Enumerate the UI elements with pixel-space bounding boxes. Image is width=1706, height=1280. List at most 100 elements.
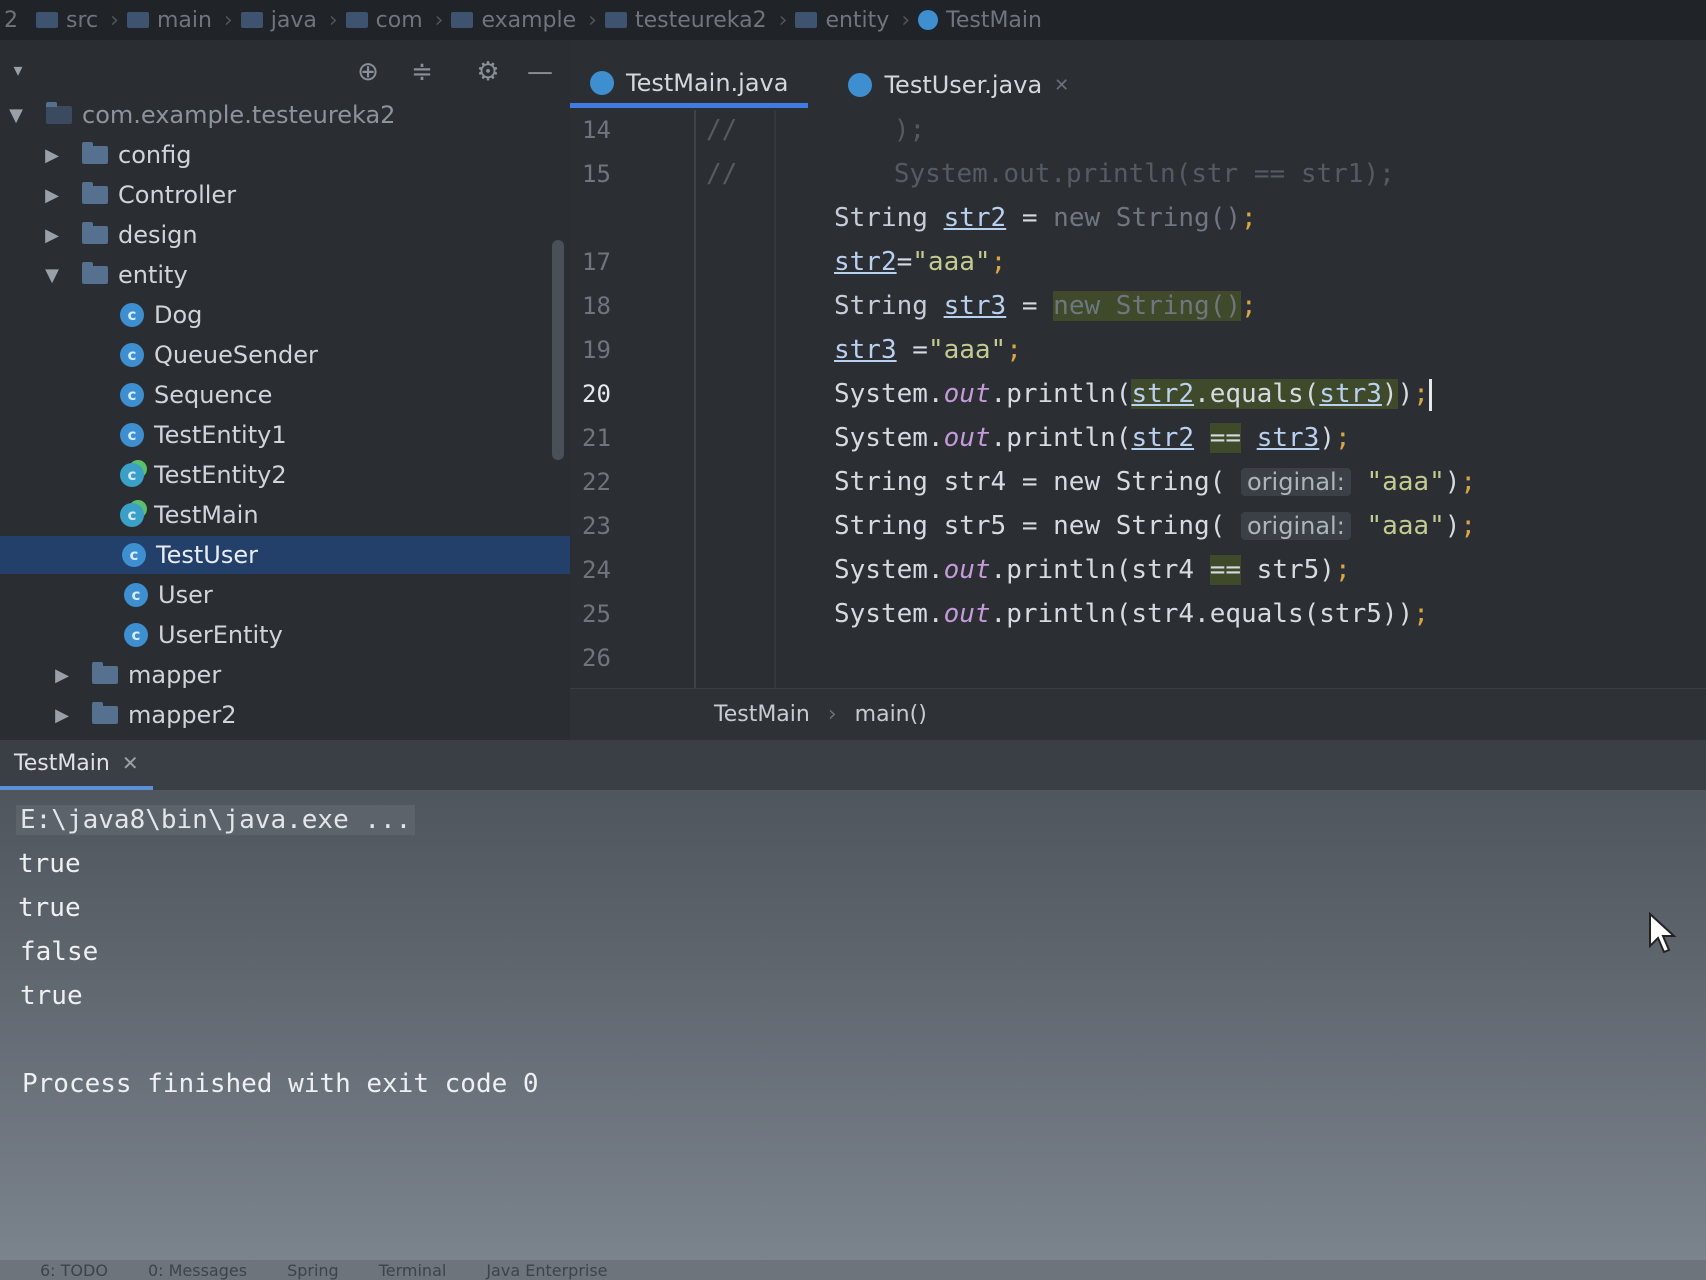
collapsed-arrow-icon[interactable]: ▶	[52, 705, 72, 726]
tree-item-sequence[interactable]: c Sequence	[0, 376, 570, 414]
code-line-25[interactable]: System.out.println(str4.equals(str5));	[834, 594, 1429, 634]
tree-item-design[interactable]: ▶ design	[0, 216, 570, 254]
tree-item-controller[interactable]: ▶ Controller	[0, 176, 570, 214]
collapsed-arrow-icon[interactable]: ▶	[42, 185, 62, 206]
line-number: 22	[582, 468, 611, 496]
package-icon	[46, 102, 72, 124]
tree-item-mapper[interactable]: ▶ mapper	[0, 656, 570, 694]
folder-icon	[451, 12, 474, 28]
class-icon: c	[124, 623, 148, 647]
tree-root-label: com.example.testeureka2	[82, 101, 396, 129]
tool-terminal[interactable]: Terminal	[379, 1261, 447, 1280]
project-scrollbar[interactable]	[552, 240, 564, 460]
runnable-class-icon: c	[120, 463, 144, 487]
code-line-15: // System.out.println(str == str1);	[706, 159, 1395, 189]
tree-item-mapper2[interactable]: ▶ mapper2	[0, 696, 570, 734]
bottom-tool-strip: 6: TODO 0: Messages Spring Terminal Java…	[0, 1260, 1706, 1280]
locate-icon[interactable]: ⊕	[354, 58, 382, 86]
code-breadcrumb-class[interactable]: TestMain	[714, 702, 810, 727]
breadcrumb-example[interactable]: example	[451, 8, 576, 33]
class-icon: c	[120, 343, 144, 367]
tree-item-testmain[interactable]: c TestMain	[0, 496, 570, 534]
run-panel: TestMain ✕ E:\java8\bin\java.exe ... tru…	[0, 740, 1706, 1260]
tree-item-entity[interactable]: ▼ entity	[0, 256, 570, 294]
breadcrumb-src[interactable]: src	[36, 8, 98, 33]
folder-icon	[92, 662, 118, 684]
collapsed-arrow-icon[interactable]: ▶	[42, 225, 62, 246]
line-number: 18	[582, 292, 611, 320]
tree-item-userentity[interactable]: c UserEntity	[0, 616, 570, 654]
chevron-right-icon: ›	[901, 7, 911, 33]
line-number: 24	[582, 556, 611, 584]
runnable-class-icon	[590, 70, 614, 95]
code-breadcrumb-method[interactable]: main()	[855, 702, 927, 727]
panel-dropdown-icon[interactable]: ▾	[8, 60, 28, 81]
folder-icon	[795, 12, 818, 28]
code-line-24[interactable]: System.out.println(str4 == str5);	[834, 550, 1351, 590]
folder-icon	[345, 12, 368, 28]
line-number: 21	[582, 424, 611, 452]
class-icon: c	[120, 303, 144, 327]
expand-arrow-icon[interactable]: ▼	[6, 105, 26, 126]
expand-arrow-icon[interactable]: ▼	[42, 265, 62, 286]
tab-testuser-java[interactable]: TestUser.java ✕	[828, 62, 1089, 108]
project-panel: ▾ ⊕ ≑ ⚙ — ▼ com.example.testeureka2 ▶ co…	[0, 40, 570, 740]
tree-item-testentity1[interactable]: c TestEntity1	[0, 416, 570, 454]
code-line-17[interactable]: str2="aaa";	[834, 242, 1006, 282]
folder-icon	[36, 12, 58, 28]
text-caret	[1428, 378, 1432, 411]
breadcrumb-main[interactable]: main	[126, 8, 212, 33]
tree-item-config[interactable]: ▶ config	[0, 136, 570, 174]
breadcrumb-com[interactable]: com	[345, 8, 423, 33]
breadcrumb-testeureka2[interactable]: testeureka2	[604, 8, 767, 33]
class-icon: c	[122, 543, 146, 567]
code-line-21[interactable]: System.out.println(str2 == str3);	[834, 418, 1351, 458]
close-icon[interactable]: ✕	[122, 751, 139, 775]
breadcrumb-java[interactable]: java	[240, 8, 317, 33]
breadcrumb-entity[interactable]: entity	[795, 8, 889, 33]
gear-icon[interactable]: ⚙	[474, 58, 502, 86]
run-tab-testmain[interactable]: TestMain ✕	[0, 740, 153, 790]
project-toolbar: ▾ ⊕ ≑ ⚙ —	[0, 40, 570, 98]
close-icon[interactable]: ✕	[1054, 75, 1069, 96]
tree-item-queuesender[interactable]: c QueueSender	[0, 336, 570, 374]
tree-item-testentity2[interactable]: c TestEntity2	[0, 456, 570, 494]
chevron-right-icon: ›	[588, 7, 597, 33]
fold-guide	[694, 110, 696, 688]
code-line-20[interactable]: System.out.println(str2.equals(str3));	[834, 374, 1432, 414]
code-line-22[interactable]: String str4 = new String( original: "aaa…	[834, 462, 1476, 502]
code-line-16[interactable]: String str2 = new String();	[834, 198, 1257, 238]
navigation-breadcrumb: 2 src › main › java › com › example › testeur…	[0, 0, 1706, 40]
tree-item-dog[interactable]: c Dog	[0, 296, 570, 334]
line-number: 14	[582, 116, 611, 144]
tool-java-enterprise[interactable]: Java Enterprise	[486, 1261, 607, 1280]
breadcrumb-testmain[interactable]: TestMain	[918, 8, 1042, 33]
console-exit-message: Process finished with exit code 0	[22, 1069, 539, 1099]
collapsed-arrow-icon[interactable]: ▶	[42, 145, 62, 166]
code-line-19[interactable]: str3 ="aaa";	[834, 330, 1022, 370]
code-breadcrumb: TestMain › main()	[570, 688, 1706, 740]
parameter-hint: original:	[1241, 512, 1351, 540]
tab-testmain-java[interactable]: TestMain.java	[570, 62, 809, 108]
tool-messages[interactable]: 0: Messages	[148, 1261, 247, 1280]
code-line-23[interactable]: String str5 = new String( original: "aaa…	[834, 506, 1476, 546]
tree-root[interactable]: ▼ com.example.testeureka2	[0, 96, 570, 134]
line-number: 26	[582, 644, 611, 672]
line-number: 15	[582, 160, 611, 188]
collapse-all-icon[interactable]: ≑	[408, 58, 436, 86]
collapsed-arrow-icon[interactable]: ▶	[52, 665, 72, 686]
code-line-18[interactable]: String str3 = new String();	[834, 286, 1257, 326]
line-number: 25	[582, 600, 611, 628]
class-icon: c	[124, 583, 148, 607]
line-number: 23	[582, 512, 611, 540]
folder-icon	[604, 12, 627, 28]
tree-item-user[interactable]: c User	[0, 576, 570, 614]
folder-icon	[240, 12, 263, 28]
line-number: 19	[582, 336, 611, 364]
tool-todo[interactable]: 6: TODO	[40, 1261, 108, 1280]
folder-icon	[82, 142, 108, 164]
tree-item-testuser[interactable]: c TestUser	[0, 536, 570, 574]
tool-spring[interactable]: Spring	[287, 1261, 339, 1280]
parameter-hint: original:	[1241, 468, 1351, 496]
minimize-icon[interactable]: —	[526, 58, 554, 86]
